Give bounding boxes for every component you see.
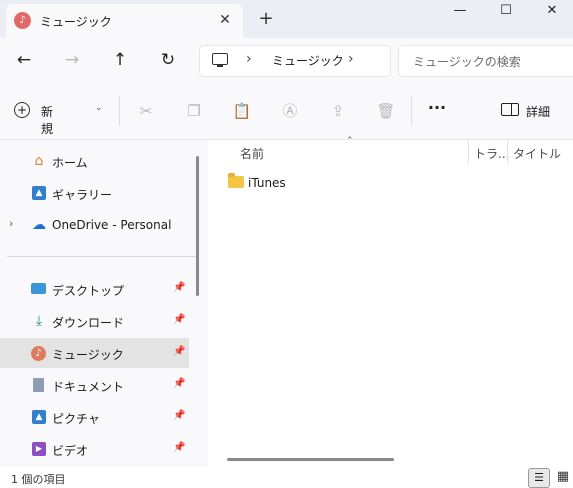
videos-icon: ▶ (32, 442, 46, 456)
tab-title: ミュージック (40, 15, 112, 29)
pictures-icon: ▲ (32, 410, 46, 424)
share-icon[interactable]: ⇪ (328, 101, 348, 121)
search-input[interactable]: ミュージックの検索 (413, 53, 521, 70)
column-header-title[interactable]: タイトル (513, 145, 561, 162)
chevron-right-icon[interactable]: › (9, 217, 13, 230)
pin-icon: 📌 (173, 346, 186, 357)
breadcrumb-segment[interactable]: ミュージック (272, 52, 344, 69)
sidebar-item-gallery[interactable]: ▲ ギャラリー (0, 178, 189, 208)
column-divider[interactable] (507, 141, 508, 163)
tab-music[interactable]: ♪ ミュージック ✕ (6, 4, 243, 38)
pin-icon: 📌 (173, 442, 186, 453)
sidebar-item-label: ビデオ (52, 444, 89, 458)
toolbar-divider (411, 96, 412, 126)
sidebar-item-downloads[interactable]: ⤓ ダウンロード 📌 (0, 306, 189, 336)
pin-icon: 📌 (173, 314, 186, 325)
sidebar-item-pictures[interactable]: ▲ ピクチャ 📌 (0, 402, 189, 432)
breadcrumb-chevron-icon[interactable]: › (348, 51, 354, 67)
details-button-label[interactable]: 詳細 (526, 103, 550, 120)
sidebar-item-label: ギャラリー (52, 188, 113, 202)
plus-circle-icon: + (14, 102, 30, 118)
sidebar-item-videos[interactable]: ▶ ビデオ 📌 (0, 434, 189, 464)
horizontal-scrollbar[interactable] (227, 458, 394, 461)
new-tab-button[interactable]: + (255, 9, 277, 31)
sidebar-item-label: ホーム (52, 156, 88, 170)
sidebar-item-label: ドキュメント (52, 380, 125, 394)
pin-icon: 📌 (173, 410, 186, 421)
sidebar-item-documents[interactable]: ドキュメント 📌 (0, 370, 189, 400)
sidebar-item-label: ミュージック (52, 348, 124, 362)
column-divider[interactable] (468, 141, 469, 163)
sidebar-item-label: デスクトップ (52, 284, 125, 298)
toolbar-divider (119, 96, 120, 126)
file-name[interactable]: iTunes (248, 176, 286, 190)
documents-icon (33, 378, 44, 392)
address-bar[interactable]: › ミュージック › (199, 45, 391, 77)
minimize-button[interactable]: — (437, 0, 483, 24)
tab-close-button[interactable]: ✕ (215, 10, 235, 30)
refresh-button[interactable]: ↻ (154, 47, 182, 73)
column-header-name[interactable]: 名前 (240, 145, 264, 162)
search-box[interactable]: ミュージックの検索 (398, 45, 573, 77)
folder-icon[interactable] (228, 173, 244, 188)
desktop-icon (31, 283, 46, 294)
status-bar (0, 467, 573, 487)
more-options-button[interactable]: ··· (427, 100, 447, 120)
column-header-track[interactable]: トラ... (474, 145, 509, 162)
maximize-button[interactable]: ☐ (483, 0, 529, 24)
delete-icon[interactable]: 🗑 (376, 101, 396, 121)
sidebar-item-home[interactable]: ⌂ ホーム (0, 146, 189, 176)
download-icon: ⤓ (35, 313, 43, 329)
copy-icon[interactable]: ❐ (184, 101, 204, 121)
sidebar-item-label: OneDrive - Personal (52, 218, 172, 232)
breadcrumb-separator: › (246, 51, 252, 67)
pin-icon: 📌 (173, 282, 186, 293)
paste-icon[interactable]: 📋 (232, 101, 252, 121)
sort-ascending-icon: ⌃ (346, 136, 354, 146)
home-icon: ⌂ (34, 153, 44, 169)
details-view-icon[interactable]: ☰ (528, 468, 550, 488)
sidebar-item-label: ダウンロード (52, 316, 125, 330)
onedrive-icon: ☁ (32, 217, 46, 233)
sidebar-item-onedrive[interactable]: › ☁ OneDrive - Personal (0, 210, 189, 240)
sidebar-divider (7, 256, 197, 257)
forward-button[interactable]: → (58, 47, 86, 73)
back-button[interactable]: ← (10, 47, 38, 73)
item-count: 1 個の項目 (11, 473, 66, 486)
sidebar-item-music[interactable]: ♪ ミュージック 📌 (0, 338, 189, 368)
gallery-icon: ▲ (32, 186, 46, 200)
rename-icon[interactable]: Ⓐ (280, 101, 300, 121)
sidebar-item-label: ピクチャ (52, 412, 100, 426)
music-note-icon: ♪ (14, 12, 31, 29)
details-pane-icon[interactable] (501, 103, 519, 116)
sidebar-item-desktop[interactable]: デスクトップ 📌 (0, 274, 189, 304)
pin-icon: 📌 (173, 378, 186, 389)
this-pc-icon (212, 53, 228, 67)
tiles-view-icon[interactable]: ▦ (554, 468, 572, 486)
music-icon: ♪ (31, 346, 46, 361)
sidebar-scrollbar[interactable] (196, 156, 199, 296)
cut-icon[interactable]: ✂ (136, 101, 156, 121)
up-button[interactable]: ↑ (106, 47, 134, 73)
chevron-down-icon: ⌄ (95, 103, 103, 113)
close-button[interactable]: ✕ (529, 0, 573, 24)
